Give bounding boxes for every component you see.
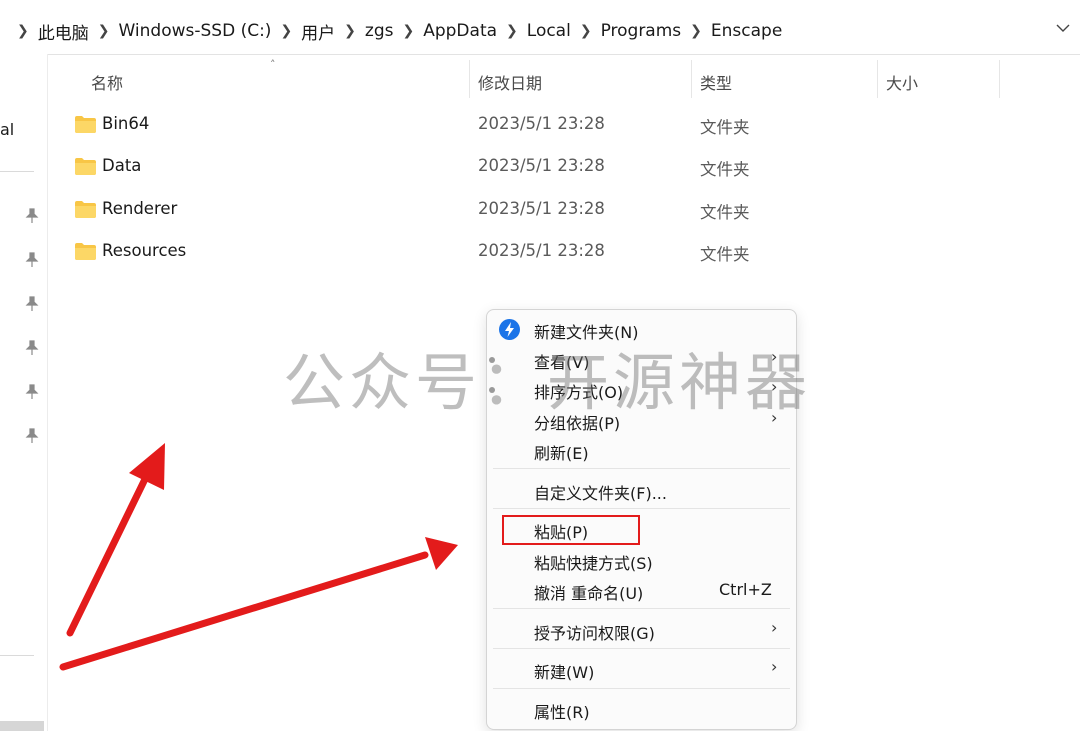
menu-item-new[interactable]: 新建(W) › xyxy=(487,654,796,684)
breadcrumb-users[interactable]: 用户 xyxy=(301,19,335,44)
pin-icon[interactable] xyxy=(25,384,39,400)
chevron-right-icon: › xyxy=(771,347,778,366)
file-modified: 2023/5/1 23:28 xyxy=(478,241,605,260)
pin-icon[interactable] xyxy=(25,208,39,224)
menu-item-undo-rename[interactable]: 撤消 重命名(U) Ctrl+Z xyxy=(487,575,796,605)
menu-item-paste-shortcut[interactable]: 粘贴快捷方式(S) xyxy=(487,545,796,575)
file-name[interactable]: Resources xyxy=(102,241,186,260)
file-row[interactable]: Renderer 2023/5/1 23:28 文件夹 xyxy=(48,189,948,229)
menu-item-label: 粘贴快捷方式(S) xyxy=(534,554,653,573)
chevron-right-icon[interactable]: ❯ xyxy=(17,23,29,39)
chevron-down-icon[interactable] xyxy=(1054,20,1072,38)
menu-separator xyxy=(493,608,790,609)
menu-item-refresh[interactable]: 刷新(E) xyxy=(487,435,796,465)
chevron-right-icon[interactable]: ❯ xyxy=(98,23,110,39)
chevron-right-icon[interactable]: ❯ xyxy=(280,23,292,39)
menu-item-customize-folder[interactable]: 自定义文件夹(F)... xyxy=(487,475,796,505)
scrollbar-thumb[interactable] xyxy=(0,721,44,731)
breadcrumb-enscape[interactable]: Enscape xyxy=(711,21,782,41)
chevron-right-icon: › xyxy=(771,377,778,396)
breadcrumb-local[interactable]: Local xyxy=(527,21,571,41)
address-bar[interactable]: ❯ 此电脑 ❯ Windows-SSD (C:) ❯ 用户 ❯ zgs ❯ Ap… xyxy=(0,0,1080,55)
arrow-right-icon xyxy=(59,537,458,671)
chevron-right-icon[interactable]: ❯ xyxy=(402,23,414,39)
menu-item-label: 新建(W) xyxy=(534,663,595,682)
menu-item-label: 撤消 重命名(U) xyxy=(534,584,644,603)
pin-icon[interactable] xyxy=(25,428,39,444)
chevron-right-icon[interactable]: ❯ xyxy=(580,23,592,39)
breadcrumb-programs[interactable]: Programs xyxy=(601,21,682,41)
menu-item-new-folder[interactable]: 新建文件夹(N) xyxy=(487,314,796,344)
file-row[interactable]: Resources 2023/5/1 23:28 文件夹 xyxy=(48,231,948,271)
breadcrumb-user[interactable]: zgs xyxy=(365,21,394,41)
arrow-up-icon xyxy=(66,443,165,637)
file-type: 文件夹 xyxy=(700,245,750,264)
pin-icon[interactable] xyxy=(25,252,39,268)
nav-divider xyxy=(0,171,34,172)
chevron-right-icon[interactable]: ❯ xyxy=(506,23,518,39)
menu-separator xyxy=(493,508,790,509)
file-name[interactable]: Bin64 xyxy=(102,114,149,133)
nav-divider xyxy=(0,655,34,656)
menu-item-label: 查看(V) xyxy=(534,353,590,372)
folder-icon xyxy=(75,201,96,218)
file-row[interactable]: Bin64 2023/5/1 23:28 文件夹 xyxy=(48,104,948,144)
column-divider[interactable] xyxy=(999,60,1000,98)
column-divider[interactable] xyxy=(469,60,470,98)
menu-item-label: 属性(R) xyxy=(534,703,590,722)
menu-separator xyxy=(493,648,790,649)
file-type: 文件夹 xyxy=(700,203,750,222)
nav-item-partial-label[interactable]: al xyxy=(0,120,14,139)
menu-item-sort[interactable]: 排序方式(O) › xyxy=(487,374,796,404)
bullet-icon xyxy=(489,387,495,393)
chevron-right-icon: › xyxy=(771,408,778,427)
breadcrumb-this-pc[interactable]: 此电脑 xyxy=(38,19,89,44)
folder-icon xyxy=(75,158,96,175)
chevron-right-icon: › xyxy=(771,657,778,676)
lightning-icon xyxy=(499,319,520,340)
menu-item-properties[interactable]: 属性(R) xyxy=(487,694,796,724)
menu-item-group[interactable]: 分组依据(P) › xyxy=(487,405,796,435)
file-type: 文件夹 xyxy=(700,118,750,137)
pin-icon[interactable] xyxy=(25,340,39,356)
menu-item-grant-access[interactable]: 授予访问权限(G) › xyxy=(487,615,796,645)
column-size[interactable]: 大小 xyxy=(886,70,918,94)
file-modified: 2023/5/1 23:28 xyxy=(478,114,605,133)
chevron-right-icon: › xyxy=(771,618,778,637)
column-name[interactable]: 名称 xyxy=(91,70,123,94)
breadcrumb-appdata[interactable]: AppData xyxy=(423,21,497,41)
menu-separator xyxy=(493,468,790,469)
column-divider[interactable] xyxy=(691,60,692,98)
breadcrumb: ❯ 此电脑 ❯ Windows-SSD (C:) ❯ 用户 ❯ zgs ❯ Ap… xyxy=(8,18,782,44)
file-name[interactable]: Data xyxy=(102,156,141,175)
column-type[interactable]: 类型 xyxy=(700,70,732,94)
menu-item-view[interactable]: 查看(V) › xyxy=(487,344,796,374)
column-modified[interactable]: 修改日期 xyxy=(478,70,542,94)
menu-item-label: 新建文件夹(N) xyxy=(534,323,639,342)
menu-item-label: 排序方式(O) xyxy=(534,383,624,402)
folder-icon xyxy=(75,116,96,133)
menu-item-label: 授予访问权限(G) xyxy=(534,624,655,643)
folder-icon xyxy=(75,243,96,260)
file-name[interactable]: Renderer xyxy=(102,199,177,218)
chevron-right-icon[interactable]: ❯ xyxy=(690,23,702,39)
file-row[interactable]: Data 2023/5/1 23:28 文件夹 xyxy=(48,146,948,186)
breadcrumb-drive-c[interactable]: Windows-SSD (C:) xyxy=(118,21,271,41)
file-modified: 2023/5/1 23:28 xyxy=(478,156,605,175)
chevron-right-icon[interactable]: ❯ xyxy=(344,23,356,39)
menu-item-label: 刷新(E) xyxy=(534,444,589,463)
navigation-pane[interactable]: al xyxy=(0,54,48,731)
column-header: ˄ 名称 修改日期 类型 大小 xyxy=(48,54,1080,104)
bullet-icon xyxy=(489,357,495,363)
file-modified: 2023/5/1 23:28 xyxy=(478,199,605,218)
menu-item-label: 分组依据(P) xyxy=(534,414,621,433)
menu-item-label: 自定义文件夹(F)... xyxy=(534,484,667,503)
sort-ascending-icon: ˄ xyxy=(270,58,276,71)
highlight-box xyxy=(502,515,640,545)
column-divider[interactable] xyxy=(877,60,878,98)
pin-icon[interactable] xyxy=(25,296,39,312)
keyboard-shortcut: Ctrl+Z xyxy=(719,580,772,599)
menu-separator xyxy=(493,688,790,689)
file-type: 文件夹 xyxy=(700,160,750,179)
